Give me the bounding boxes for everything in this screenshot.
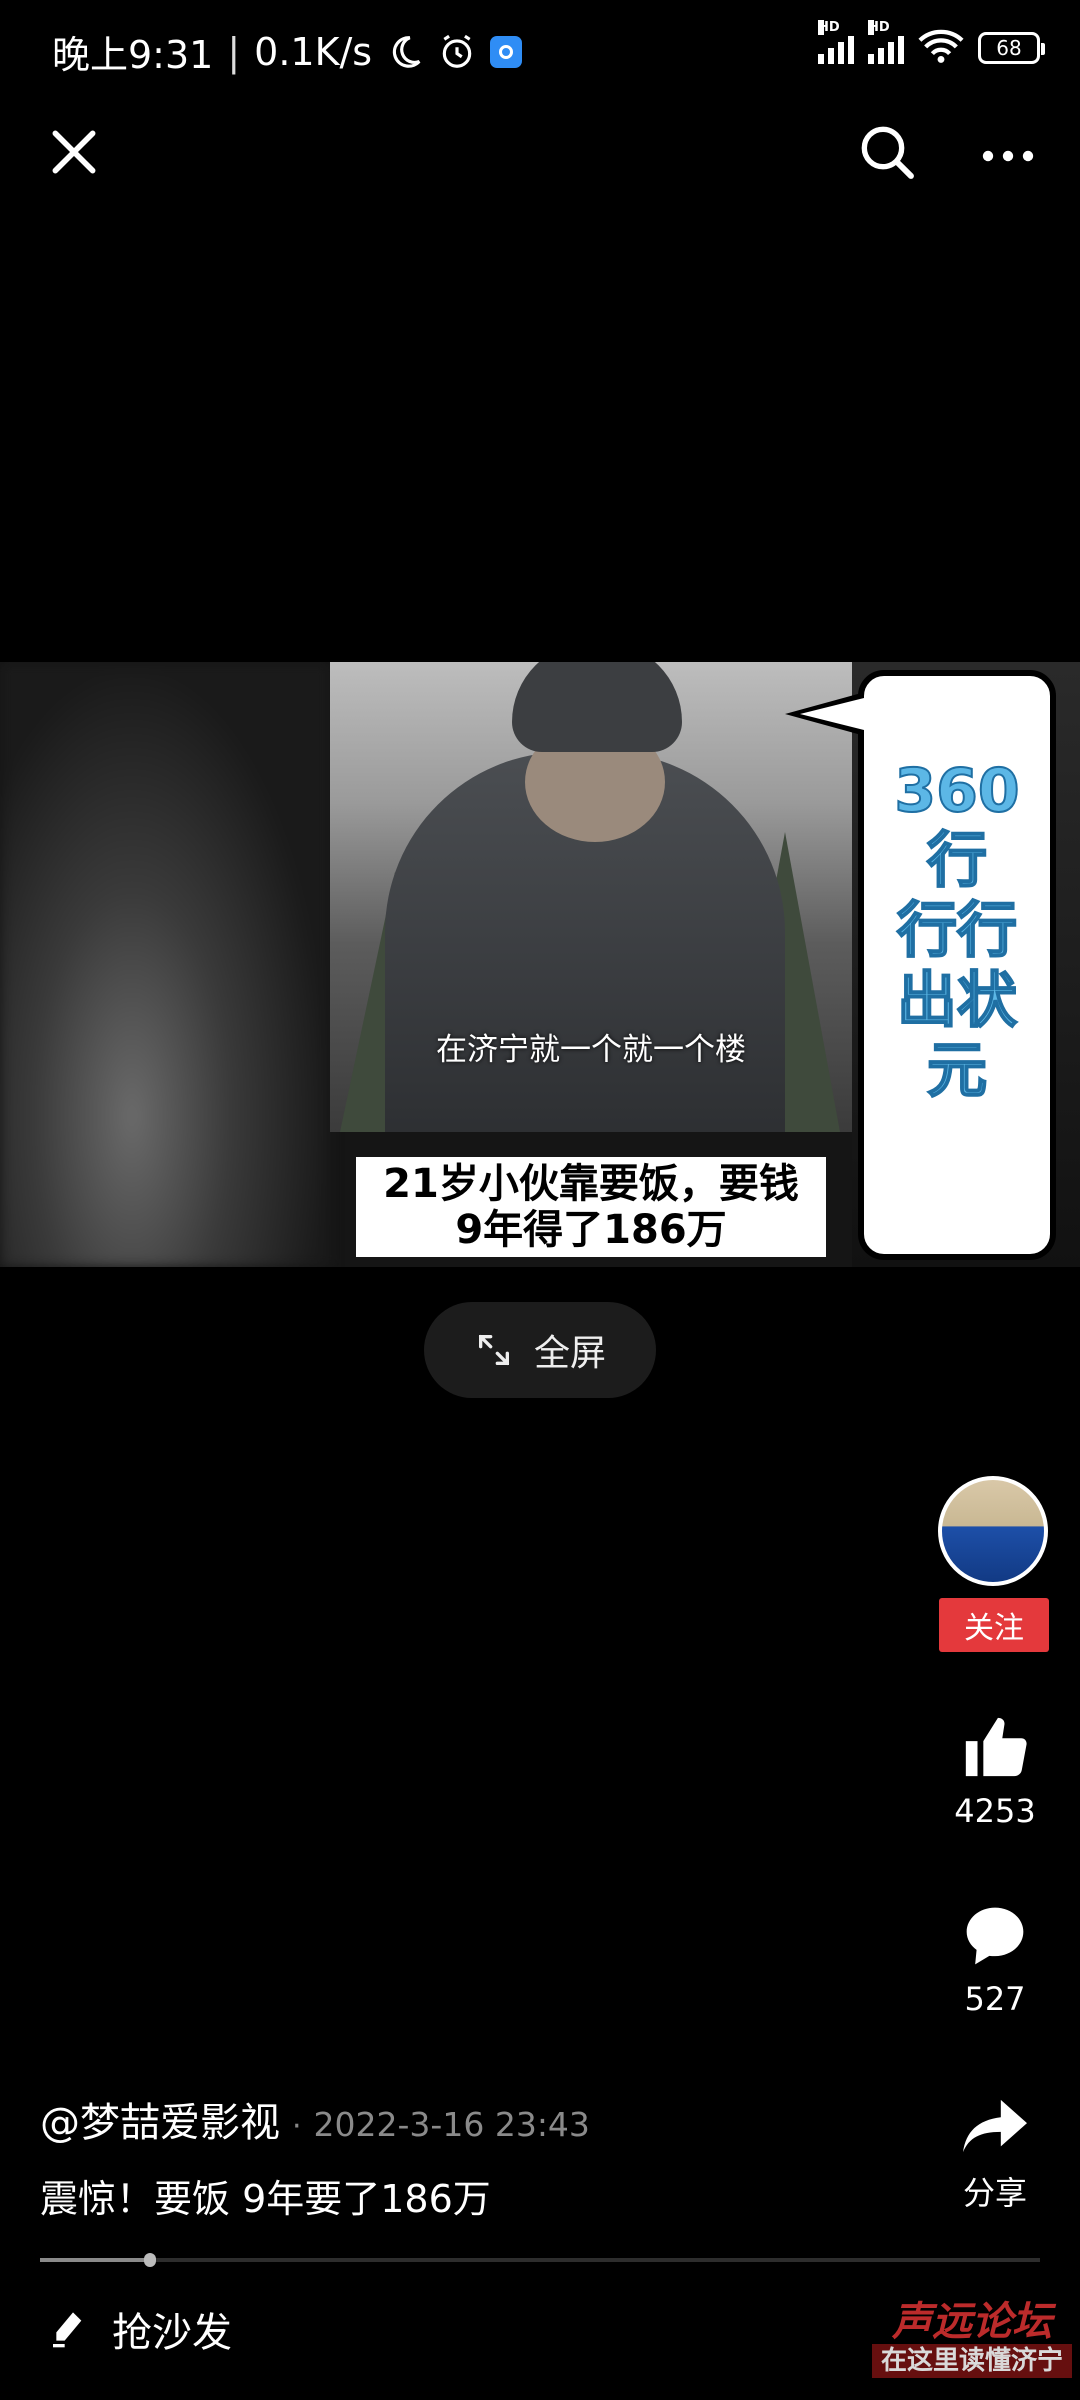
person-hat — [512, 662, 682, 752]
more-options-icon[interactable] — [978, 128, 1038, 184]
clock: 晚上9:31 — [52, 33, 214, 77]
video-subtitle: 在济宁就一个就一个楼 — [436, 1032, 746, 1068]
cellular-signal-2-icon: HD — [868, 20, 904, 64]
bubble-text: 360 行行行 出状元 — [864, 755, 1050, 1107]
speech-bubble: 360 行行行 出状元 — [858, 670, 1056, 1260]
share-label: 分享 — [962, 2174, 1027, 2212]
wifi-icon — [918, 29, 964, 63]
comment-button[interactable]: 527 — [930, 1902, 1060, 2018]
comment-count: 527 — [964, 1980, 1026, 2018]
bubble-line: 行 — [926, 825, 988, 897]
bubble-line: 360 — [893, 755, 1020, 827]
bubble-tail-inner — [800, 698, 864, 730]
comment-input[interactable]: 抢沙发 — [48, 2300, 232, 2358]
hd-label: HD — [818, 20, 840, 35]
status-separator: | — [227, 29, 241, 74]
search-icon[interactable] — [855, 120, 919, 184]
video-progress-bar[interactable] — [40, 2253, 1040, 2267]
like-button[interactable]: 4253 — [930, 1712, 1060, 1830]
watermark-title: 声远论坛 — [892, 2299, 1052, 2345]
bubble-text-lines: 360 行行行 出状元 — [864, 755, 1050, 1107]
thumbs-up-icon — [965, 1717, 1027, 1777]
bubble-line: 元 — [926, 1035, 988, 1107]
caption-line-2: 9年得了186万 — [455, 1207, 727, 1253]
app-notification-icon — [490, 35, 523, 68]
author-avatar[interactable] — [938, 1476, 1048, 1586]
post-timestamp: 2022-3-16 23:43 — [313, 2105, 590, 2144]
comment-bubble-icon — [966, 1907, 1024, 1965]
bubble-line: 行行 — [896, 895, 1018, 967]
share-button[interactable]: 分享 — [930, 2094, 1060, 2214]
meta-separator: · — [292, 2109, 302, 2144]
fullscreen-label: 全屏 — [533, 1333, 606, 1374]
video-player[interactable]: 在济宁就一个就一个楼 21岁小伙靠要饭，要钱 9年得了186万 360 行行行 出状… — [0, 662, 1080, 1267]
caption-line-1: 21岁小伙靠要饭，要钱 — [383, 1161, 799, 1207]
author-line: @梦喆爱影视 · 2022-3-16 23:43 — [40, 2090, 590, 2148]
forum-watermark: 声远论坛 在这里读懂济宁 — [872, 2300, 1072, 2378]
network-speed: 0.1K/s — [254, 29, 373, 74]
progress-handle[interactable] — [144, 2253, 156, 2267]
follow-button[interactable]: 关注 — [939, 1598, 1049, 1652]
video-blur-background — [0, 662, 330, 1267]
video-frame: 在济宁就一个就一个楼 — [330, 662, 852, 1132]
status-bar: 晚上9:31 | 0.1K/s HD HD 68 — [0, 0, 1080, 100]
battery-icon: 68 — [978, 32, 1045, 64]
close-icon[interactable] — [46, 124, 102, 180]
cellular-signal-icon: HD — [818, 20, 854, 64]
hd-label-2: HD — [868, 20, 890, 35]
expand-icon — [478, 1335, 509, 1365]
share-arrow-icon — [963, 2099, 1027, 2153]
watermark-subtitle: 在这里读懂济宁 — [872, 2344, 1072, 2378]
alarm-icon — [442, 34, 472, 68]
video-caption: 21岁小伙靠要饭，要钱 9年得了186万 — [356, 1157, 826, 1257]
progress-fill — [40, 2258, 150, 2262]
fullscreen-button[interactable]: 全屏 — [424, 1302, 656, 1398]
author-handle[interactable]: @梦喆爱影视 — [40, 2090, 280, 2148]
comment-placeholder: 抢沙发 — [112, 2310, 232, 2356]
do-not-disturb-icon — [392, 35, 421, 68]
pen-icon — [53, 2312, 82, 2348]
video-description: 震惊！要饭 9年要了186万 — [40, 2177, 491, 2221]
battery-level: 68 — [996, 36, 1022, 60]
like-count: 4253 — [954, 1792, 1036, 1830]
bubble-line: 出状 — [896, 965, 1018, 1037]
